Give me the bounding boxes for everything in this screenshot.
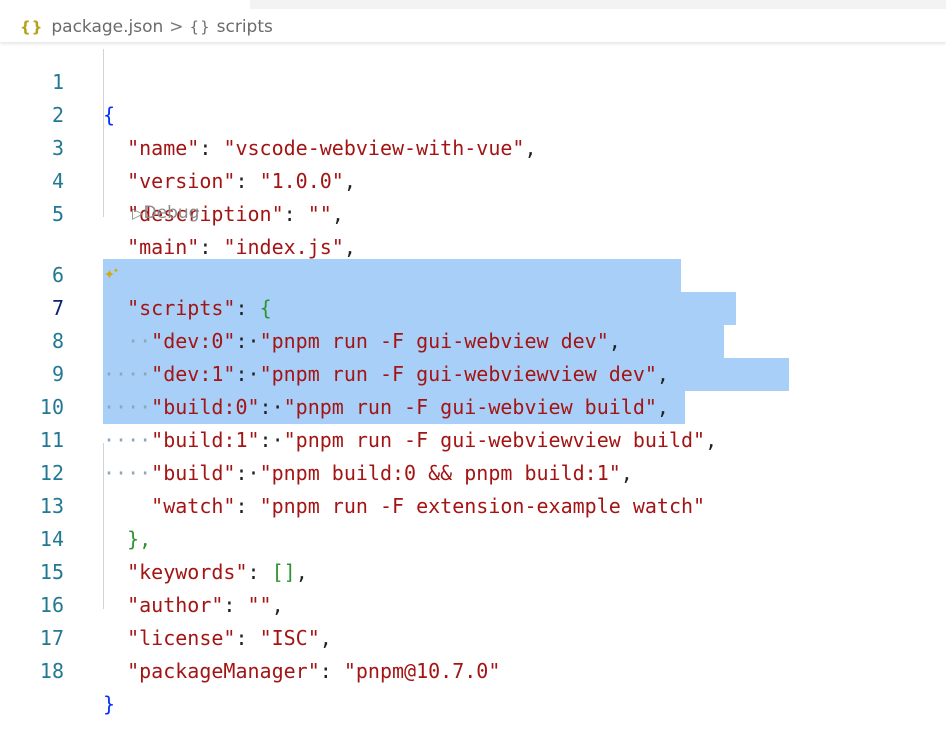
code-line[interactable]: 16 "license": "ISC", — [0, 556, 946, 650]
code-editor[interactable]: 1 { 2 "name": "vscode-webview-with-vue",… — [0, 32, 946, 716]
code-line[interactable]: 6 "scripts": { — [0, 226, 946, 320]
code-line-selected[interactable]: 9 ····"build:0":·"pnpm run -F gui-webvie… — [0, 325, 946, 419]
json-file-icon: {} — [20, 18, 44, 36]
code-line[interactable]: 13 }, — [0, 457, 946, 551]
code-line-selected[interactable]: 10 ····"build:1":·"pnpm run -F gui-webvi… — [0, 358, 946, 452]
code-line[interactable]: 17 "packageManager": "pnpm@10.7.0" — [0, 589, 946, 683]
close-brace: } — [103, 692, 116, 716]
debug-label: Debug — [143, 203, 200, 223]
code-line[interactable]: 3 "version": "1.0.0", — [0, 99, 946, 193]
code-line[interactable]: 14 "keywords": [], — [0, 490, 946, 584]
play-outline-icon: ▷ — [132, 204, 144, 222]
code-line[interactable]: 18 } — [0, 622, 946, 716]
code-line[interactable]: 15 "author": "", — [0, 523, 946, 617]
window-top-strip — [0, 0, 946, 12]
json-value: "" — [307, 202, 332, 226]
breadcrumb: {} package.json > {} scripts — [0, 12, 946, 42]
object-symbol-icon: {} — [189, 18, 211, 36]
code-line[interactable]: 12 "watch": "pnpm run -F extension-examp… — [0, 424, 946, 518]
debug-codelens[interactable]: ▷Debug — [132, 200, 199, 226]
code-line[interactable]: 2 "name": "vscode-webview-with-vue", — [0, 66, 946, 160]
code-line-selected[interactable]: 8 ····"dev:1":·"pnpm run -F gui-webviewv… — [0, 292, 946, 386]
breadcrumb-file[interactable]: package.json — [51, 17, 163, 37]
line-number: 18 — [39, 659, 64, 683]
code-line[interactable]: 4 "description": "", — [0, 132, 946, 226]
code-line-selected[interactable]: 7 ··"dev:0":·"pnpm run -F gui-webview de… — [0, 259, 946, 353]
code-line-selected[interactable]: 11 ····"build":·"pnpm build:0 && pnpm bu… — [0, 391, 946, 485]
breadcrumb-symbol[interactable]: scripts — [217, 17, 273, 37]
code-line[interactable]: 5 "main": "index.js", — [0, 165, 946, 259]
chevron-right-icon: > — [169, 17, 184, 37]
tab-bar-area — [250, 0, 946, 9]
